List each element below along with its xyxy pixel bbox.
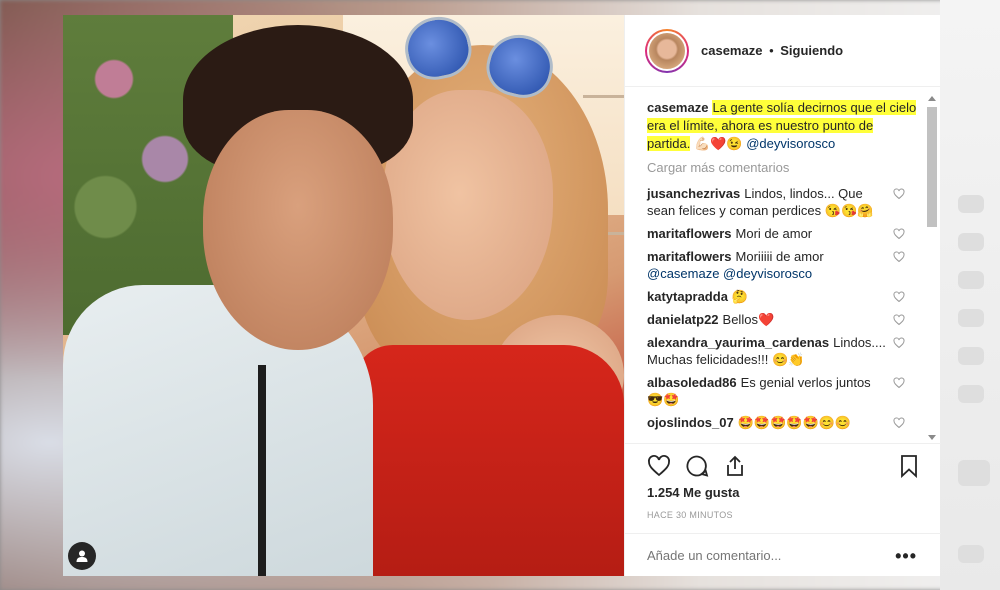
comment-username[interactable]: katytapradda [647, 289, 728, 304]
user-tag-icon[interactable] [68, 542, 96, 570]
scroll-up-arrow[interactable] [928, 96, 936, 101]
comment-bubble-icon[interactable] [685, 454, 709, 478]
comment: maritaflowers Mori de amor [647, 225, 919, 242]
post-photo[interactable] [63, 15, 624, 576]
load-more-comments-button[interactable]: Cargar más comentarios [647, 159, 919, 177]
more-options-button[interactable]: ••• [895, 546, 917, 567]
caption-username[interactable]: casemaze [647, 100, 708, 115]
comment: jusanchezrivas Lindos, lindos... Que sean… [647, 185, 919, 219]
comment-text: 🤩🤩🤩🤩🤩😊😊 [737, 415, 852, 430]
comment-text: Moriiiii de amor [735, 249, 824, 264]
comment-username[interactable]: maritaflowers [647, 249, 732, 264]
caption-mention[interactable]: @deyvisorosco [746, 136, 835, 151]
post-sidebar: casemaze • Siguiendo casemaze La gente so… [624, 15, 941, 576]
comment-username[interactable]: danielatp22 [647, 312, 719, 327]
post-timestamp: HACE 30 MINUTOS [647, 510, 733, 520]
comment-text: 🤔 [731, 289, 749, 304]
comment-username[interactable]: maritaflowers [647, 226, 732, 241]
comment: albasoledad86 Es genial verlos juntos 😎🤩 [647, 374, 919, 408]
comment-username[interactable]: albasoledad86 [647, 375, 737, 390]
sunglasses [399, 15, 565, 107]
caption-emojis: 💪🏻❤️😉 [694, 136, 743, 151]
comment-mentions[interactable]: @casemaze @deyvisorosco [647, 266, 812, 281]
comment-username[interactable]: alexandra_yaurima_cardenas [647, 335, 829, 350]
likes-count[interactable]: 1.254 Me gusta [647, 485, 740, 500]
comment-like-icon[interactable] [893, 337, 905, 349]
comments-list[interactable]: casemaze La gente solía decirnos que el c… [625, 87, 941, 443]
header-separator: • [769, 43, 774, 58]
scroll-down-arrow[interactable] [928, 435, 936, 440]
header-username[interactable]: casemaze [701, 43, 762, 58]
comment-like-icon[interactable] [893, 251, 905, 263]
avatar[interactable] [645, 28, 689, 73]
comment-username[interactable]: jusanchezrivas [647, 186, 740, 201]
post-actions [625, 443, 941, 487]
comment: katytapradda 🤔 [647, 288, 919, 305]
comment-like-icon[interactable] [893, 314, 905, 326]
comment-like-icon[interactable] [893, 291, 905, 303]
comment-text: Bellos❤️ [722, 312, 775, 327]
heart-icon[interactable] [647, 454, 671, 478]
comment-like-icon[interactable] [893, 228, 905, 240]
share-icon[interactable] [723, 454, 747, 478]
comment: ojoslindos_07 🤩🤩🤩🤩🤩😊😊 [647, 414, 919, 431]
caption: casemaze La gente solía decirnos que el c… [647, 99, 919, 153]
comment-username[interactable]: ojoslindos_07 [647, 415, 734, 430]
comments-scrollbar[interactable] [926, 93, 938, 443]
post-header: casemaze • Siguiendo [625, 15, 940, 87]
comment-text: Mori de amor [735, 226, 813, 241]
comment-input[interactable] [647, 547, 877, 563]
add-comment-bar: ••• [625, 533, 941, 576]
comment: maritaflowers Moriiiii de amor @casemaze … [647, 248, 919, 282]
bookmark-icon[interactable] [897, 454, 921, 478]
blurred-side-panel [940, 0, 1000, 590]
comment-like-icon[interactable] [893, 188, 905, 200]
comment: alexandra_yaurima_cardenas Lindos.... Muc… [647, 334, 919, 368]
comment-like-icon[interactable] [893, 377, 905, 389]
scroll-thumb[interactable] [927, 107, 937, 227]
follow-status-button[interactable]: Siguiendo [780, 43, 843, 58]
comment: danielatp22 Bellos❤️ [647, 311, 919, 328]
comment-like-icon[interactable] [893, 417, 905, 429]
